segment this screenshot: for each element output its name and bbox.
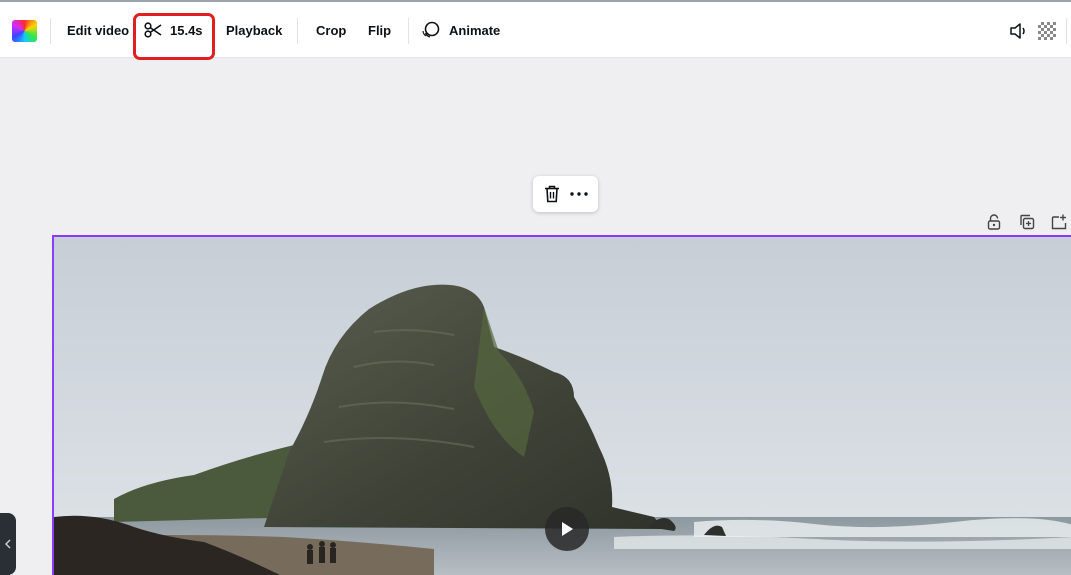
chevron-left-icon (5, 539, 11, 549)
trash-icon[interactable] (540, 182, 564, 206)
duplicate-icon[interactable] (1017, 212, 1037, 232)
toolbar-divider (50, 18, 51, 44)
toolbar-divider (408, 18, 409, 44)
playback-label: Playback (226, 22, 283, 38)
crop-button[interactable]: Crop (316, 2, 346, 58)
element-context-menu (533, 176, 598, 212)
play-icon (560, 521, 574, 537)
toolbar-divider (297, 18, 298, 44)
crop-label: Crop (316, 22, 347, 38)
play-button[interactable] (545, 507, 589, 551)
add-page-icon[interactable] (1049, 212, 1069, 232)
animate-label: Animate (449, 22, 501, 38)
editor-toolbar: Edit video 15.4s Playback Crop Flip Anim… (0, 0, 1071, 60)
playback-button[interactable]: Playback (226, 2, 282, 58)
flip-label: Flip (368, 22, 392, 38)
toolbar-divider (1066, 18, 1067, 44)
animate-button[interactable]: Animate (421, 2, 500, 58)
color-picker-icon[interactable] (12, 20, 37, 42)
more-icon[interactable] (567, 182, 591, 206)
volume-icon[interactable] (1008, 20, 1030, 42)
animate-icon (421, 21, 441, 39)
transparency-icon[interactable] (1036, 20, 1058, 42)
edit-video-label: Edit video (67, 22, 130, 38)
page-actions (981, 212, 1071, 234)
flip-button[interactable]: Flip (368, 2, 391, 58)
collapse-panel-button[interactable] (0, 513, 16, 575)
lock-icon[interactable] (984, 212, 1004, 232)
edit-video-button[interactable]: Edit video (67, 2, 129, 58)
trim-highlight-annotation (133, 13, 215, 60)
